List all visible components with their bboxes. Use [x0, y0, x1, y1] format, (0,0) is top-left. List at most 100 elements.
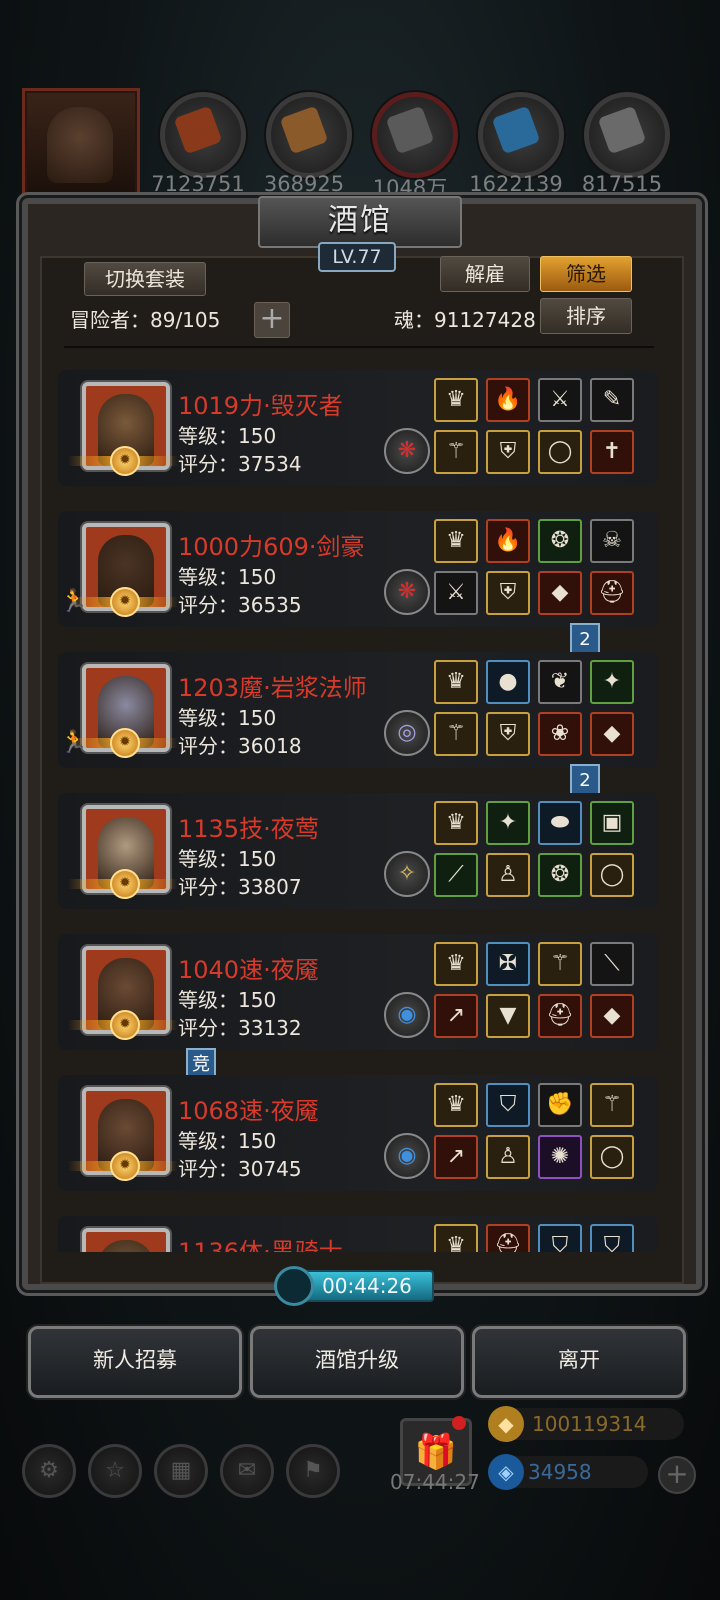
spear-equipment-slot-icon[interactable]: ↗: [434, 1135, 478, 1179]
shield-equipment-slot-icon[interactable]: ⛉: [538, 1224, 582, 1252]
dock-mail-icon[interactable]: ✉: [220, 1444, 274, 1498]
resource-stone-icon[interactable]: [372, 92, 458, 178]
armor-equipment-slot-icon[interactable]: ⛨: [486, 571, 530, 615]
crown-equipment-slot-icon[interactable]: ♛: [434, 519, 478, 563]
crystal-equipment-slot-icon[interactable]: ✦: [590, 660, 634, 704]
staff-equipment-slot-icon[interactable]: ⚚: [538, 942, 582, 986]
hero-card[interactable]: ✹ 1136体·黑骑士 ♛⛑⛉⛉: [58, 1216, 658, 1252]
club-equipment-slot-icon[interactable]: ⟍: [590, 942, 634, 986]
crystal-equipment-slot-icon[interactable]: ✦: [486, 801, 530, 845]
helm-equipment-slot-icon[interactable]: ⛑: [590, 571, 634, 615]
stone-equipment-slot-icon[interactable]: ⬬: [538, 801, 582, 845]
crown-equipment-slot-icon[interactable]: ♛: [434, 378, 478, 422]
dock-hero-icon[interactable]: ☆: [88, 1444, 142, 1498]
hero-card[interactable]: ✹ 1040速·夜魇 等级：150 评分：33132 ◉ ♛ ✠ ⚚ ⟍ ↗ ▼ ⛑ ◆: [58, 934, 658, 1050]
fire-equipment-slot-icon[interactable]: 🔥: [486, 378, 530, 422]
switch-outfit-button[interactable]: 切换套装: [84, 262, 206, 296]
hero-name: 1136体·黑骑士: [178, 1238, 343, 1252]
add-slot-button[interactable]: +: [254, 302, 290, 338]
dock-inventory-icon[interactable]: ▦: [154, 1444, 208, 1498]
crown-equipment-slot-icon[interactable]: ♛: [434, 660, 478, 704]
resource-iron-icon[interactable]: [584, 92, 670, 178]
gem-equipment-slot-icon[interactable]: ◆: [590, 994, 634, 1038]
dock-settings-icon[interactable]: ⚙: [22, 1444, 76, 1498]
star-rank-icon: ✹: [110, 728, 140, 758]
recruit-button[interactable]: 新人招募: [28, 1326, 242, 1398]
red-crest-skill-icon[interactable]: ❋: [384, 428, 430, 474]
gem-equipment-slot-icon[interactable]: ◆: [590, 712, 634, 756]
amulet-equipment-slot-icon[interactable]: ❂: [538, 853, 582, 897]
helm-equipment-slot-icon[interactable]: ⛑: [486, 1224, 530, 1252]
feather-equipment-slot-icon[interactable]: ✎: [590, 378, 634, 422]
wing-equipment-slot-icon[interactable]: ❦: [538, 660, 582, 704]
wings-skill-icon[interactable]: ✧: [384, 851, 430, 897]
spiral-skill-icon[interactable]: ◎: [384, 710, 430, 756]
hero-name: 1203魔·岩浆法师: [178, 674, 367, 702]
soul-count: 魂：91127428: [394, 308, 536, 332]
star-rank-icon: ✹: [110, 446, 140, 476]
hero-card[interactable]: ✹ 1203魔·岩浆法师 等级：150 评分：36018 🏃 ◎ ♛ ● ❦ ✦ ⚚ ⛨ ❀ ◆: [58, 652, 658, 768]
hero-name: 1019力·毁灭者: [178, 392, 343, 420]
blade-equipment-slot-icon[interactable]: ⟋: [434, 853, 478, 897]
gauntlet-equipment-slot-icon[interactable]: ✊: [538, 1083, 582, 1127]
dagger-equipment-slot-icon[interactable]: ✝: [590, 430, 634, 474]
dock-guild-icon[interactable]: ⚑: [286, 1444, 340, 1498]
add-currency-button[interactable]: +: [658, 1456, 696, 1494]
cross-equipment-slot-icon[interactable]: ✠: [486, 942, 530, 986]
filter-button[interactable]: 筛选: [540, 256, 632, 292]
staff-equipment-slot-icon[interactable]: ⚚: [590, 1083, 634, 1127]
resource-crystal-icon[interactable]: [478, 92, 564, 178]
orb-equipment-slot-icon[interactable]: ●: [486, 660, 530, 704]
staff-equipment-slot-icon[interactable]: ⚚: [434, 430, 478, 474]
sword-equipment-slot-icon[interactable]: ⚔: [434, 571, 478, 615]
fire-equipment-slot-icon[interactable]: 🔥: [486, 519, 530, 563]
crown-equipment-slot-icon[interactable]: ♛: [434, 801, 478, 845]
hero-score: 评分：33807: [178, 875, 302, 899]
shield-equipment-slot-icon[interactable]: ⛉: [590, 1224, 634, 1252]
gift-timer: 07:44:27: [390, 1470, 480, 1494]
gem-equipment-slot-icon[interactable]: ◆: [538, 571, 582, 615]
ring-equipment-slot-icon[interactable]: ◯: [590, 853, 634, 897]
player-portrait[interactable]: [22, 88, 140, 202]
hero-card[interactable]: ✹ 1135技·夜莺 等级：150 评分：33807 ✧ ♛ ✦ ⬬ ▣ ⟋ ♙ ❂ ◯: [58, 793, 658, 909]
leave-button[interactable]: 离开: [472, 1326, 686, 1398]
running-status-icon: 🏃: [60, 589, 88, 614]
hero-name: 1135技·夜莺: [178, 815, 319, 843]
vortex-skill-icon[interactable]: ◉: [384, 1133, 430, 1179]
tome-equipment-slot-icon[interactable]: ▣: [590, 801, 634, 845]
armor-equipment-slot-icon[interactable]: ⛨: [486, 430, 530, 474]
crown-equipment-slot-icon[interactable]: ♛: [434, 942, 478, 986]
hero-score: 评分：30745: [178, 1157, 302, 1181]
ring-equipment-slot-icon[interactable]: ◯: [590, 1135, 634, 1179]
necklace-equipment-slot-icon[interactable]: ❀: [538, 712, 582, 756]
hero-card[interactable]: ✹ 1000力609·剑豪 等级：150 评分：36535 🏃 ❋ ♛ 🔥 ❂ ☠ ⚔ ⛨ ◆ ⛑: [58, 511, 658, 627]
dismiss-button[interactable]: 解雇: [440, 256, 530, 292]
red-crest-skill-icon[interactable]: ❋: [384, 569, 430, 615]
resource-meat-icon[interactable]: [160, 92, 246, 178]
gold-coin-icon: ◆: [488, 1406, 524, 1442]
cloak-equipment-slot-icon[interactable]: ▼: [486, 994, 530, 1038]
hero-list[interactable]: ✹ 1019力·毁灭者 等级：150 评分：37534 ❋ ♛ 🔥 ⚔ ✎ ⚚ ⛨ ◯ ✝ ✹ …: [58, 370, 658, 1252]
resource-wood-icon[interactable]: [266, 92, 352, 178]
hero-card[interactable]: ✹ 1019力·毁灭者 等级：150 评分：37534 ❋ ♛ 🔥 ⚔ ✎ ⚚ ⛨ ◯ ✝: [58, 370, 658, 486]
shield-equipment-slot-icon[interactable]: ⛉: [486, 1083, 530, 1127]
amulet-equipment-slot-icon[interactable]: ❂: [538, 519, 582, 563]
hero-avatar[interactable]: [82, 1228, 170, 1252]
robe-equipment-slot-icon[interactable]: ♙: [486, 1135, 530, 1179]
spear-equipment-slot-icon[interactable]: ↗: [434, 994, 478, 1038]
helm-equipment-slot-icon[interactable]: ⛑: [538, 994, 582, 1038]
robe-equipment-slot-icon[interactable]: ♙: [486, 853, 530, 897]
spider-equipment-slot-icon[interactable]: ✺: [538, 1135, 582, 1179]
hero-card[interactable]: ✹ 1068速·夜魇 等级：150 评分：30745 ◉ ♛ ⛉ ✊ ⚚ ↗ ♙ ✺ ◯: [58, 1075, 658, 1191]
armor-equipment-slot-icon[interactable]: ⛨: [486, 712, 530, 756]
vortex-skill-icon[interactable]: ◉: [384, 992, 430, 1038]
sort-button[interactable]: 排序: [540, 298, 632, 334]
sword-equipment-slot-icon[interactable]: ⚔: [538, 378, 582, 422]
ring-equipment-slot-icon[interactable]: ◯: [538, 430, 582, 474]
gold-bar: ◆ 100119314: [488, 1406, 684, 1442]
crown-equipment-slot-icon[interactable]: ♛: [434, 1083, 478, 1127]
skull-equipment-slot-icon[interactable]: ☠: [590, 519, 634, 563]
upgrade-tavern-button[interactable]: 酒馆升级: [250, 1326, 464, 1398]
crown-equipment-slot-icon[interactable]: ♛: [434, 1224, 478, 1252]
staff-equipment-slot-icon[interactable]: ⚚: [434, 712, 478, 756]
